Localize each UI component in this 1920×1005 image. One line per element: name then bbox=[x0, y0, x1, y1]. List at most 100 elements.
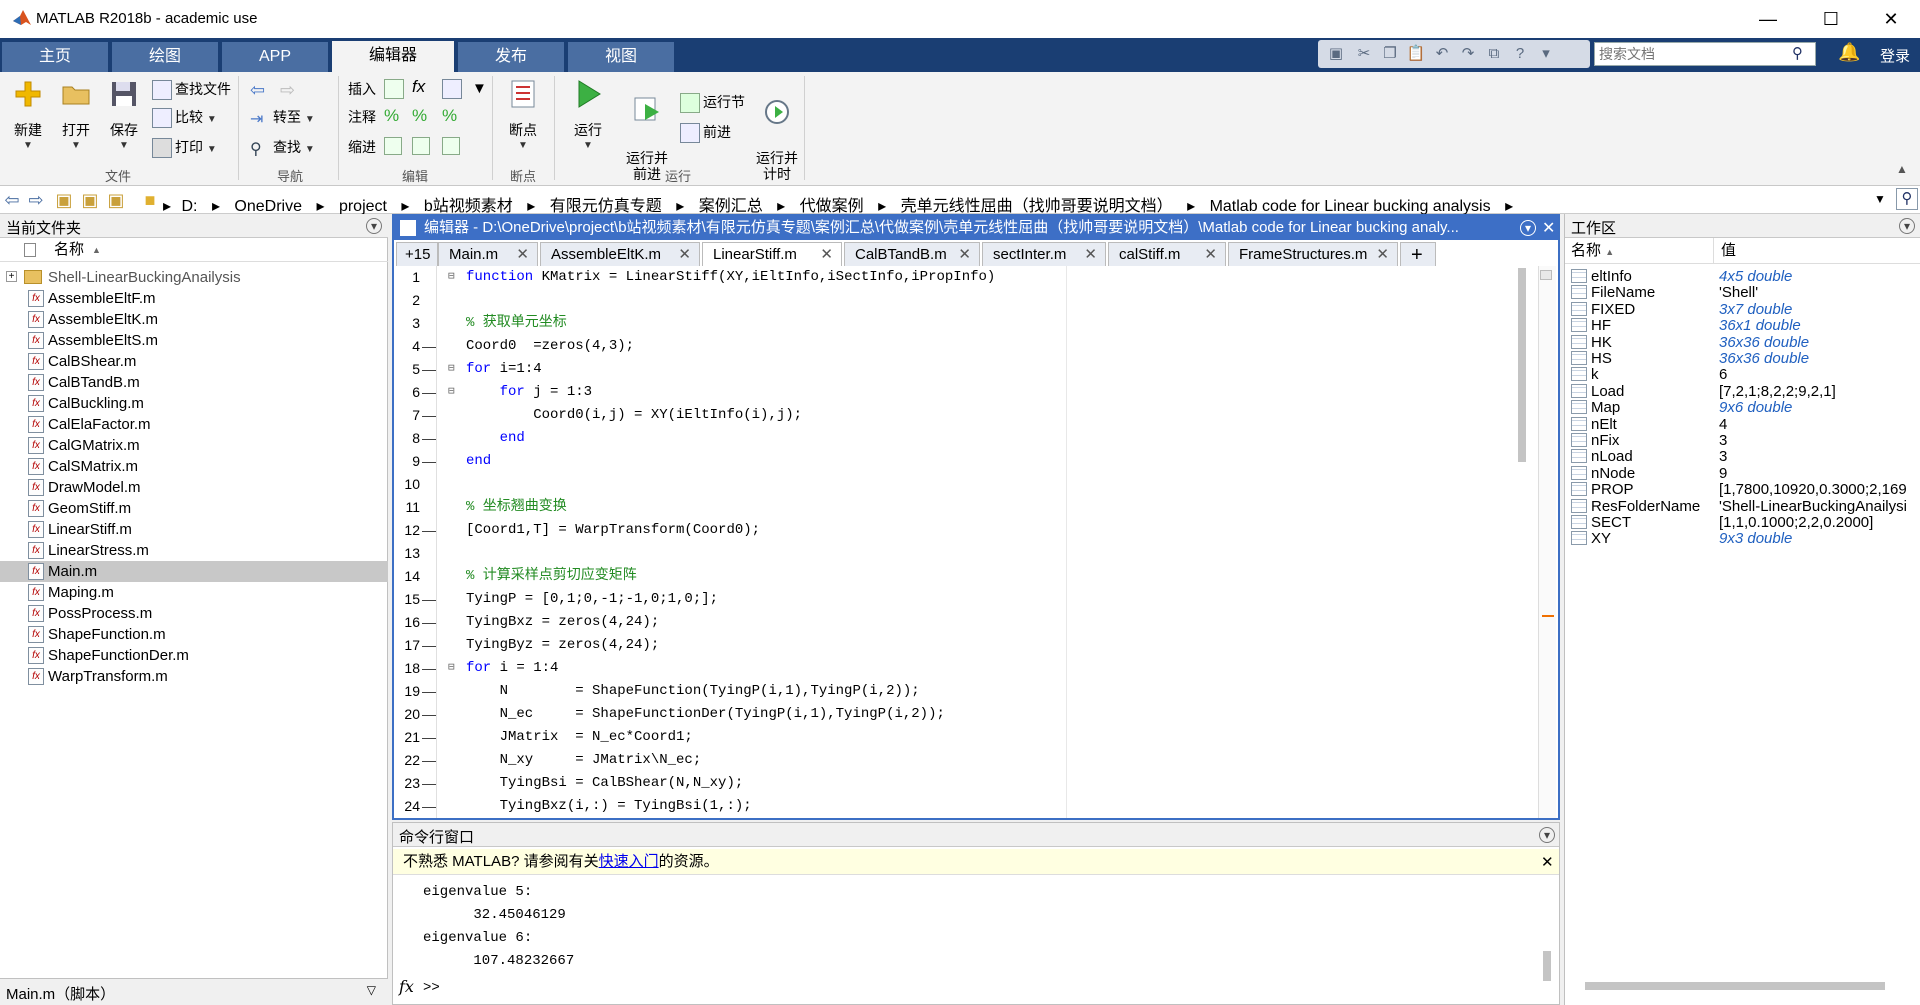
code-line[interactable]: 12— [Coord1,T] = WarpTransform(Coord0); bbox=[394, 519, 1534, 542]
help-icon[interactable]: ? bbox=[1510, 44, 1530, 64]
code-line[interactable]: 20— N_ec = ShapeFunctionDer(TyingP(i,1),… bbox=[394, 703, 1534, 726]
workspace-variable-row[interactable]: nLoad 3 bbox=[1565, 448, 1920, 465]
code-line[interactable]: 21— JMatrix = N_ec*Coord1; bbox=[394, 726, 1534, 749]
file-row[interactable]: fx AssembleEltS.m bbox=[0, 330, 388, 351]
maximize-button[interactable]: ☐ bbox=[1808, 6, 1854, 32]
file-details-bar[interactable]: Main.m（脚本） ▽ bbox=[0, 978, 388, 1005]
panel-menu-icon[interactable]: ▾ bbox=[1539, 827, 1555, 843]
code-line[interactable]: 9— end bbox=[394, 450, 1534, 473]
folder-row[interactable]: + Shell-LinearBuckingAnailysis bbox=[0, 267, 388, 288]
line-number[interactable]: 4 bbox=[396, 335, 420, 358]
increase-indent-icon[interactable] bbox=[412, 137, 430, 155]
back-arrow-icon[interactable]: ⇦ bbox=[250, 80, 265, 101]
goto-button[interactable]: ⇥ 转至 ▼ bbox=[250, 105, 315, 129]
workspace-variable-row[interactable]: SECT [1,1,0.1000;2,2,0.2000] bbox=[1565, 514, 1920, 531]
breadcrumb-item[interactable]: b站视频素材 bbox=[424, 198, 513, 215]
breadcrumb-item[interactable]: 壳单元线性屈曲（找帅哥要说明文档） bbox=[901, 198, 1173, 215]
fold-icon[interactable]: ⊟ bbox=[448, 266, 455, 289]
breakpoint-marker[interactable]: — bbox=[422, 611, 436, 634]
code-line[interactable]: 24— TyingBxz(i,:) = TyingBsi(1,:); bbox=[394, 795, 1534, 818]
line-number[interactable]: 23 bbox=[396, 772, 420, 795]
line-number[interactable]: 1 bbox=[396, 266, 420, 289]
editor-menu-icon[interactable]: ▾ bbox=[1520, 220, 1536, 236]
workspace-variable-row[interactable]: Load [7,2,1;8,2,2;9,2,1] bbox=[1565, 383, 1920, 400]
search-icon[interactable]: ⚲ bbox=[1792, 44, 1812, 64]
breakpoint-marker[interactable]: — bbox=[422, 657, 436, 680]
column-header-value[interactable]: 值 bbox=[1721, 238, 1736, 264]
editor-tab[interactable]: CalBTandB.m ✕ bbox=[844, 242, 980, 266]
up-folder-icon[interactable]: ▣ bbox=[54, 190, 74, 210]
workspace-variable-row[interactable]: nNode 9 bbox=[1565, 465, 1920, 482]
breadcrumb-item[interactable]: Matlab code for Linear bucking analysis bbox=[1210, 198, 1491, 215]
tab-view[interactable]: 视图 bbox=[568, 42, 674, 72]
code-line[interactable]: 23— TyingBsi = CalBShear(N,N_xy); bbox=[394, 772, 1534, 795]
code-line[interactable]: 22— N_xy = JMatrix\N_ec; bbox=[394, 749, 1534, 772]
breakpoint-marker[interactable]: — bbox=[422, 519, 436, 542]
workspace-variable-row[interactable]: HS 36x36 double bbox=[1565, 350, 1920, 367]
fold-icon[interactable]: ⊟ bbox=[448, 381, 455, 404]
tab-overflow[interactable]: +15 bbox=[396, 242, 438, 266]
chevron-down-icon[interactable]: ▼ bbox=[1874, 192, 1886, 206]
file-row[interactable]: fx Main.m bbox=[0, 561, 388, 582]
line-number[interactable]: 11 bbox=[396, 496, 420, 519]
file-row[interactable]: fx CalElaFactor.m bbox=[0, 414, 388, 435]
line-number[interactable]: 12 bbox=[396, 519, 420, 542]
code-line[interactable]: 17— TyingByz = zeros(4,24); bbox=[394, 634, 1534, 657]
file-row[interactable]: fx Maping.m bbox=[0, 582, 388, 603]
breakpoint-marker[interactable]: — bbox=[422, 588, 436, 611]
breadcrumb-item[interactable]: D: bbox=[181, 198, 197, 215]
add-tab-button[interactable]: + bbox=[1400, 242, 1436, 266]
breakpoint-marker[interactable]: — bbox=[422, 450, 436, 473]
uncomment-icon[interactable]: % bbox=[412, 106, 427, 126]
command-prompt[interactable]: >> bbox=[423, 980, 440, 996]
breadcrumb-item[interactable]: 案例汇总 bbox=[699, 198, 763, 215]
folder-search-icon[interactable]: ▣ bbox=[106, 190, 126, 210]
code-line[interactable]: 13 bbox=[394, 542, 1534, 565]
workspace-variable-row[interactable]: nElt 4 bbox=[1565, 416, 1920, 433]
close-tab-icon[interactable]: ✕ bbox=[958, 243, 971, 267]
breakpoint-marker[interactable]: — bbox=[422, 381, 436, 404]
line-number[interactable]: 2 bbox=[396, 289, 420, 312]
breadcrumb-item[interactable]: 代做案例 bbox=[800, 198, 864, 215]
login-link[interactable]: 登录 bbox=[1880, 45, 1910, 66]
breakpoint-marker[interactable]: — bbox=[422, 335, 436, 358]
code-line[interactable]: 18— ⊟ for i = 1:4 bbox=[394, 657, 1534, 680]
warning-marker[interactable] bbox=[1542, 615, 1554, 617]
decrease-indent-icon[interactable] bbox=[442, 137, 460, 155]
panel-menu-icon[interactable]: ▾ bbox=[1899, 218, 1915, 234]
code-line[interactable]: 8— end bbox=[394, 427, 1534, 450]
workspace-variable-row[interactable]: nFix 3 bbox=[1565, 432, 1920, 449]
switch-windows-icon[interactable]: ⧉ bbox=[1484, 44, 1504, 64]
undo-icon[interactable]: ↶ bbox=[1432, 44, 1452, 64]
code-line[interactable]: 7— Coord0(i,j) = XY(iEltInfo(i),j); bbox=[394, 404, 1534, 427]
close-tab-icon[interactable]: ✕ bbox=[1084, 243, 1097, 267]
tab-plots[interactable]: 绘图 bbox=[112, 42, 218, 72]
find-button[interactable]: ⚲ 查找 ▼ bbox=[250, 135, 315, 159]
save-icon[interactable]: ▣ bbox=[1326, 44, 1346, 64]
breakpoint-marker[interactable]: — bbox=[422, 726, 436, 749]
insert-chart-icon[interactable] bbox=[442, 79, 462, 99]
browse-folder-icon[interactable]: ▣ bbox=[80, 190, 100, 210]
code-line[interactable]: 10 bbox=[394, 473, 1534, 496]
paste-icon[interactable]: 📋 bbox=[1406, 44, 1426, 64]
close-tab-icon[interactable]: ✕ bbox=[1376, 243, 1389, 267]
open-button[interactable]: 打开 ▼ bbox=[56, 78, 96, 151]
close-tab-icon[interactable]: ✕ bbox=[1204, 243, 1217, 267]
editor-tab[interactable]: FrameStructures.m ✕ bbox=[1228, 242, 1398, 266]
tab-publish[interactable]: 发布 bbox=[458, 42, 564, 72]
workspace-variable-row[interactable]: FileName 'Shell' bbox=[1565, 284, 1920, 301]
breakpoint-marker[interactable]: — bbox=[422, 772, 436, 795]
line-number[interactable]: 20 bbox=[396, 703, 420, 726]
line-number[interactable]: 3 bbox=[396, 312, 420, 335]
notification-bell-icon[interactable]: 🔔 bbox=[1838, 42, 1860, 64]
line-number[interactable]: 6 bbox=[396, 381, 420, 404]
file-row[interactable]: fx ShapeFunctionDer.m bbox=[0, 645, 388, 666]
run-button[interactable]: 运行 ▼ bbox=[566, 78, 610, 151]
workspace-variable-row[interactable]: HF 36x1 double bbox=[1565, 317, 1920, 334]
workspace-variable-row[interactable]: eltInfo 4x5 double bbox=[1565, 268, 1920, 285]
column-header-name[interactable]: 名称 ▲ bbox=[0, 238, 388, 262]
line-number[interactable]: 18 bbox=[396, 657, 420, 680]
breakpoint-marker[interactable]: — bbox=[422, 703, 436, 726]
line-number[interactable]: 13 bbox=[396, 542, 420, 565]
line-number[interactable]: 8 bbox=[396, 427, 420, 450]
